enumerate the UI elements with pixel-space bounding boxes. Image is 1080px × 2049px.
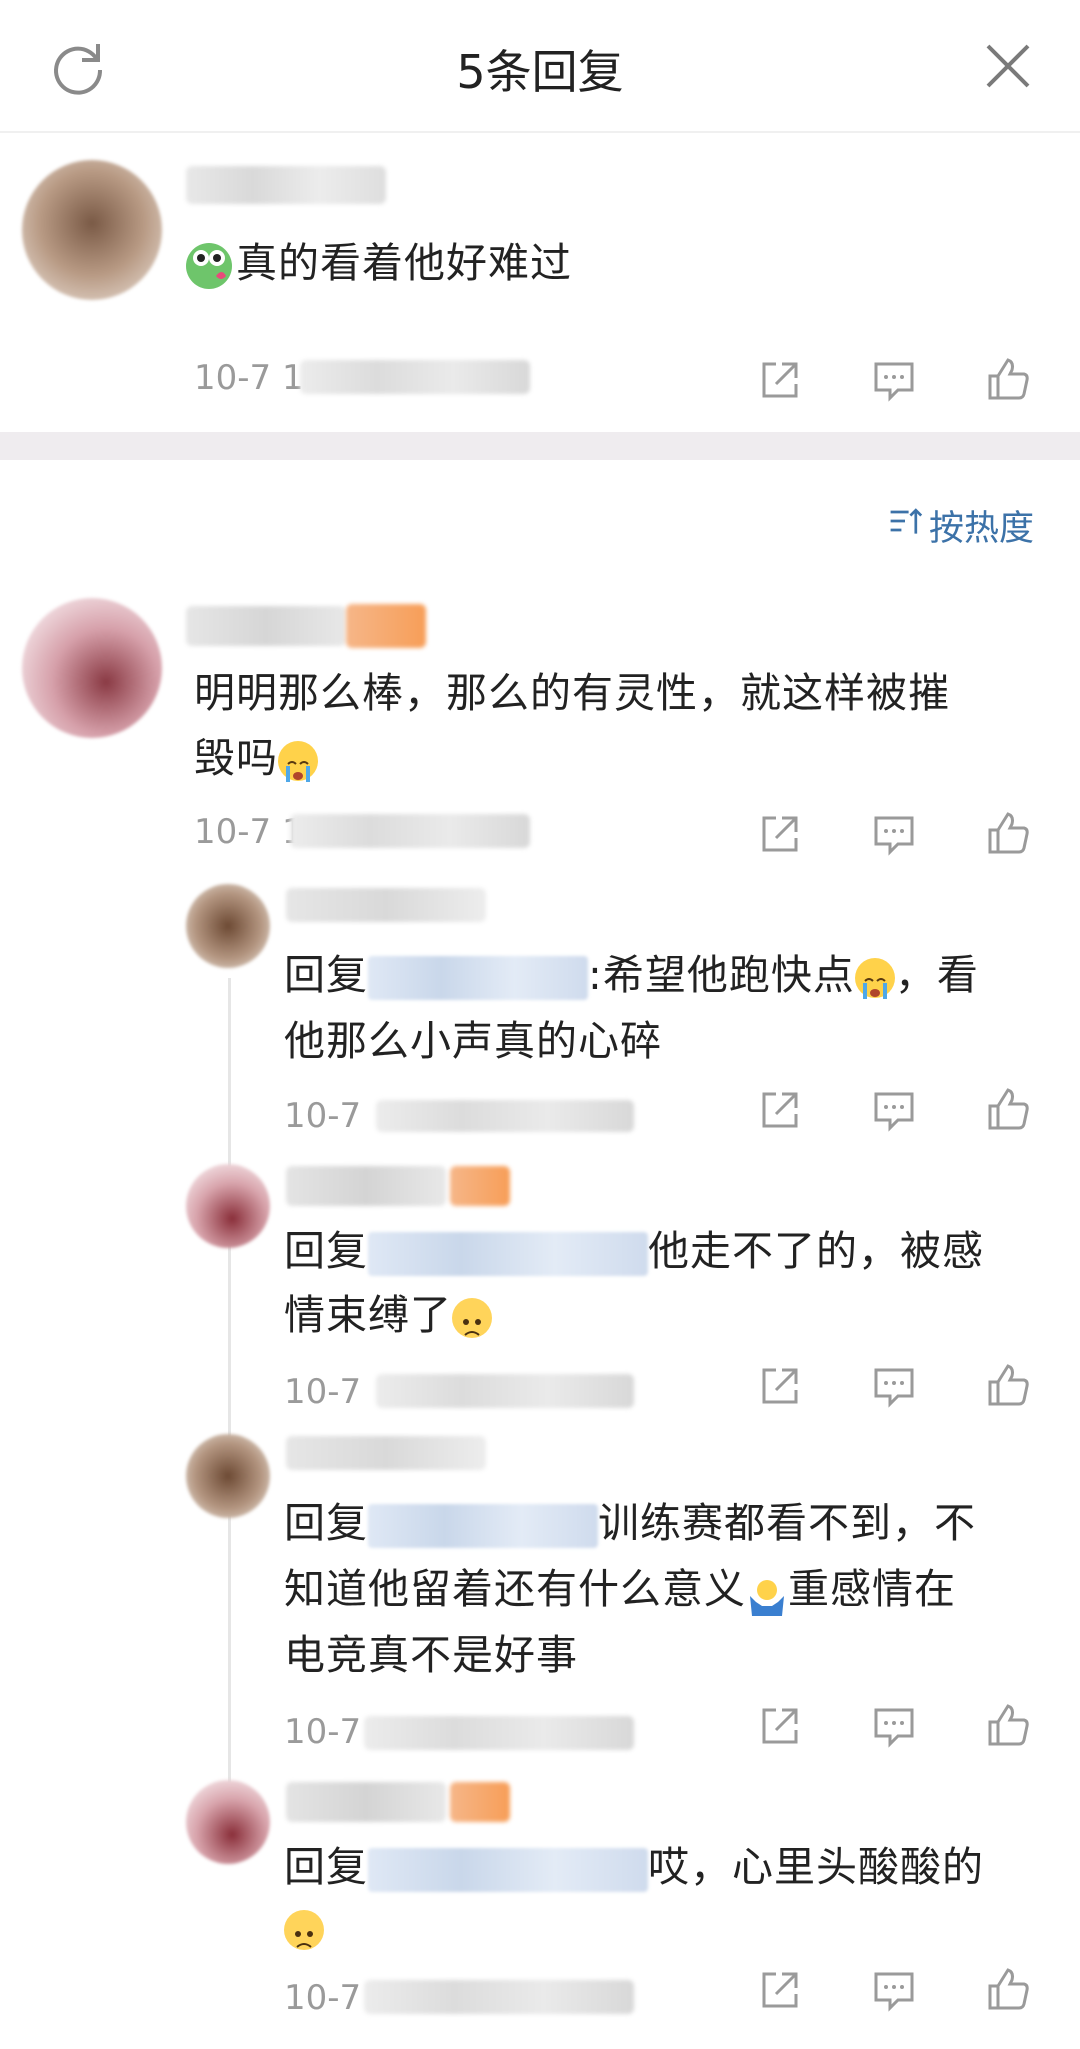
thread-line	[228, 978, 231, 1788]
avatar[interactable]	[186, 1164, 270, 1248]
reply-text-line1: 回复 训练赛都看不到，不	[284, 1499, 976, 1548]
comment-time: 10-7 1	[194, 358, 304, 398]
comment-icon[interactable]	[870, 1966, 918, 2014]
reply-text-line2	[284, 1894, 324, 1960]
comment-icon[interactable]	[870, 810, 918, 858]
time-blurred	[364, 1980, 634, 2014]
header: 5条回复	[0, 0, 1080, 133]
reply-text-line2: 情束缚了	[284, 1282, 492, 1348]
sad-emoji-icon	[284, 1910, 324, 1950]
avatar[interactable]	[22, 598, 162, 738]
reply-text-line1: 回复:希望他跑快点 ，看	[284, 951, 979, 1000]
comment-icon[interactable]	[870, 1362, 918, 1410]
time-blurred	[376, 1100, 634, 1132]
username-blurred[interactable]	[186, 166, 386, 204]
shrug-emoji-icon	[746, 1571, 788, 1616]
username-blurred[interactable]	[286, 1166, 446, 1206]
reply-time: 10-7	[284, 1978, 362, 2018]
share-icon[interactable]	[756, 810, 804, 858]
reply-time: 10-7	[284, 1712, 362, 1752]
like-icon[interactable]	[984, 1086, 1032, 1134]
avatar[interactable]	[186, 1434, 270, 1518]
comment-icon[interactable]	[870, 356, 918, 404]
level-badge	[346, 604, 426, 648]
comment-icon[interactable]	[870, 1702, 918, 1750]
comment-icon[interactable]	[870, 1086, 918, 1134]
sort-button[interactable]: 按热度	[887, 500, 1034, 551]
comment-text-line2: 毁吗	[194, 725, 318, 791]
username-blurred[interactable]	[286, 888, 486, 922]
username-blurred[interactable]	[186, 606, 346, 646]
time-blurred	[290, 814, 530, 848]
header-divider	[0, 131, 1080, 133]
comment-text: 真的看着他好难过	[186, 230, 572, 296]
reply-time: 10-7	[284, 1096, 362, 1136]
reply-time: 10-7	[284, 1372, 362, 1412]
mention-blurred[interactable]	[368, 1504, 598, 1548]
time-blurred	[364, 1716, 634, 1750]
avatar[interactable]	[186, 884, 270, 968]
share-icon[interactable]	[756, 1086, 804, 1134]
comment-time: 10-7 1	[194, 812, 304, 852]
like-icon[interactable]	[984, 356, 1032, 404]
section-divider	[0, 432, 1080, 460]
like-icon[interactable]	[984, 810, 1032, 858]
reply-text-line2: 知道他留着还有什么意义 重感情在	[284, 1556, 956, 1622]
like-icon[interactable]	[984, 1966, 1032, 2014]
crying-emoji-icon	[278, 741, 318, 782]
reply-text-line1: 回复 他走不了的，被感	[284, 1227, 984, 1276]
level-badge	[450, 1166, 510, 1206]
like-icon[interactable]	[984, 1362, 1032, 1410]
share-icon[interactable]	[756, 1702, 804, 1750]
share-icon[interactable]	[756, 356, 804, 404]
frog-emoji-icon	[186, 243, 232, 289]
like-icon[interactable]	[984, 1702, 1032, 1750]
comment-text-line1: 明明那么棒，那么的有灵性，就这样被摧	[194, 669, 950, 717]
page-title: 5条回复	[456, 45, 624, 99]
time-blurred	[300, 360, 530, 394]
reply-text-line1: 回复 哎，心里头酸酸的	[284, 1843, 984, 1892]
username-blurred[interactable]	[286, 1436, 486, 1470]
sort-label: 按热度	[928, 509, 1034, 549]
crying-emoji-icon	[854, 958, 895, 999]
time-blurred	[376, 1374, 634, 1408]
avatar[interactable]	[186, 1780, 270, 1864]
mention-blurred[interactable]	[368, 1848, 648, 1892]
username-blurred[interactable]	[286, 1782, 446, 1822]
close-icon[interactable]	[976, 34, 1040, 98]
sort-icon	[887, 503, 923, 548]
share-icon[interactable]	[756, 1362, 804, 1410]
mention-blurred[interactable]	[368, 956, 588, 1000]
share-icon[interactable]	[756, 1966, 804, 2014]
reply-text-line3: 电竞真不是好事	[284, 1631, 578, 1679]
sad-emoji-icon	[452, 1298, 492, 1338]
level-badge	[450, 1782, 510, 1822]
avatar[interactable]	[22, 160, 162, 300]
reply-text-line2: 他那么小声真的心碎	[284, 1017, 662, 1065]
mention-blurred[interactable]	[368, 1232, 648, 1276]
